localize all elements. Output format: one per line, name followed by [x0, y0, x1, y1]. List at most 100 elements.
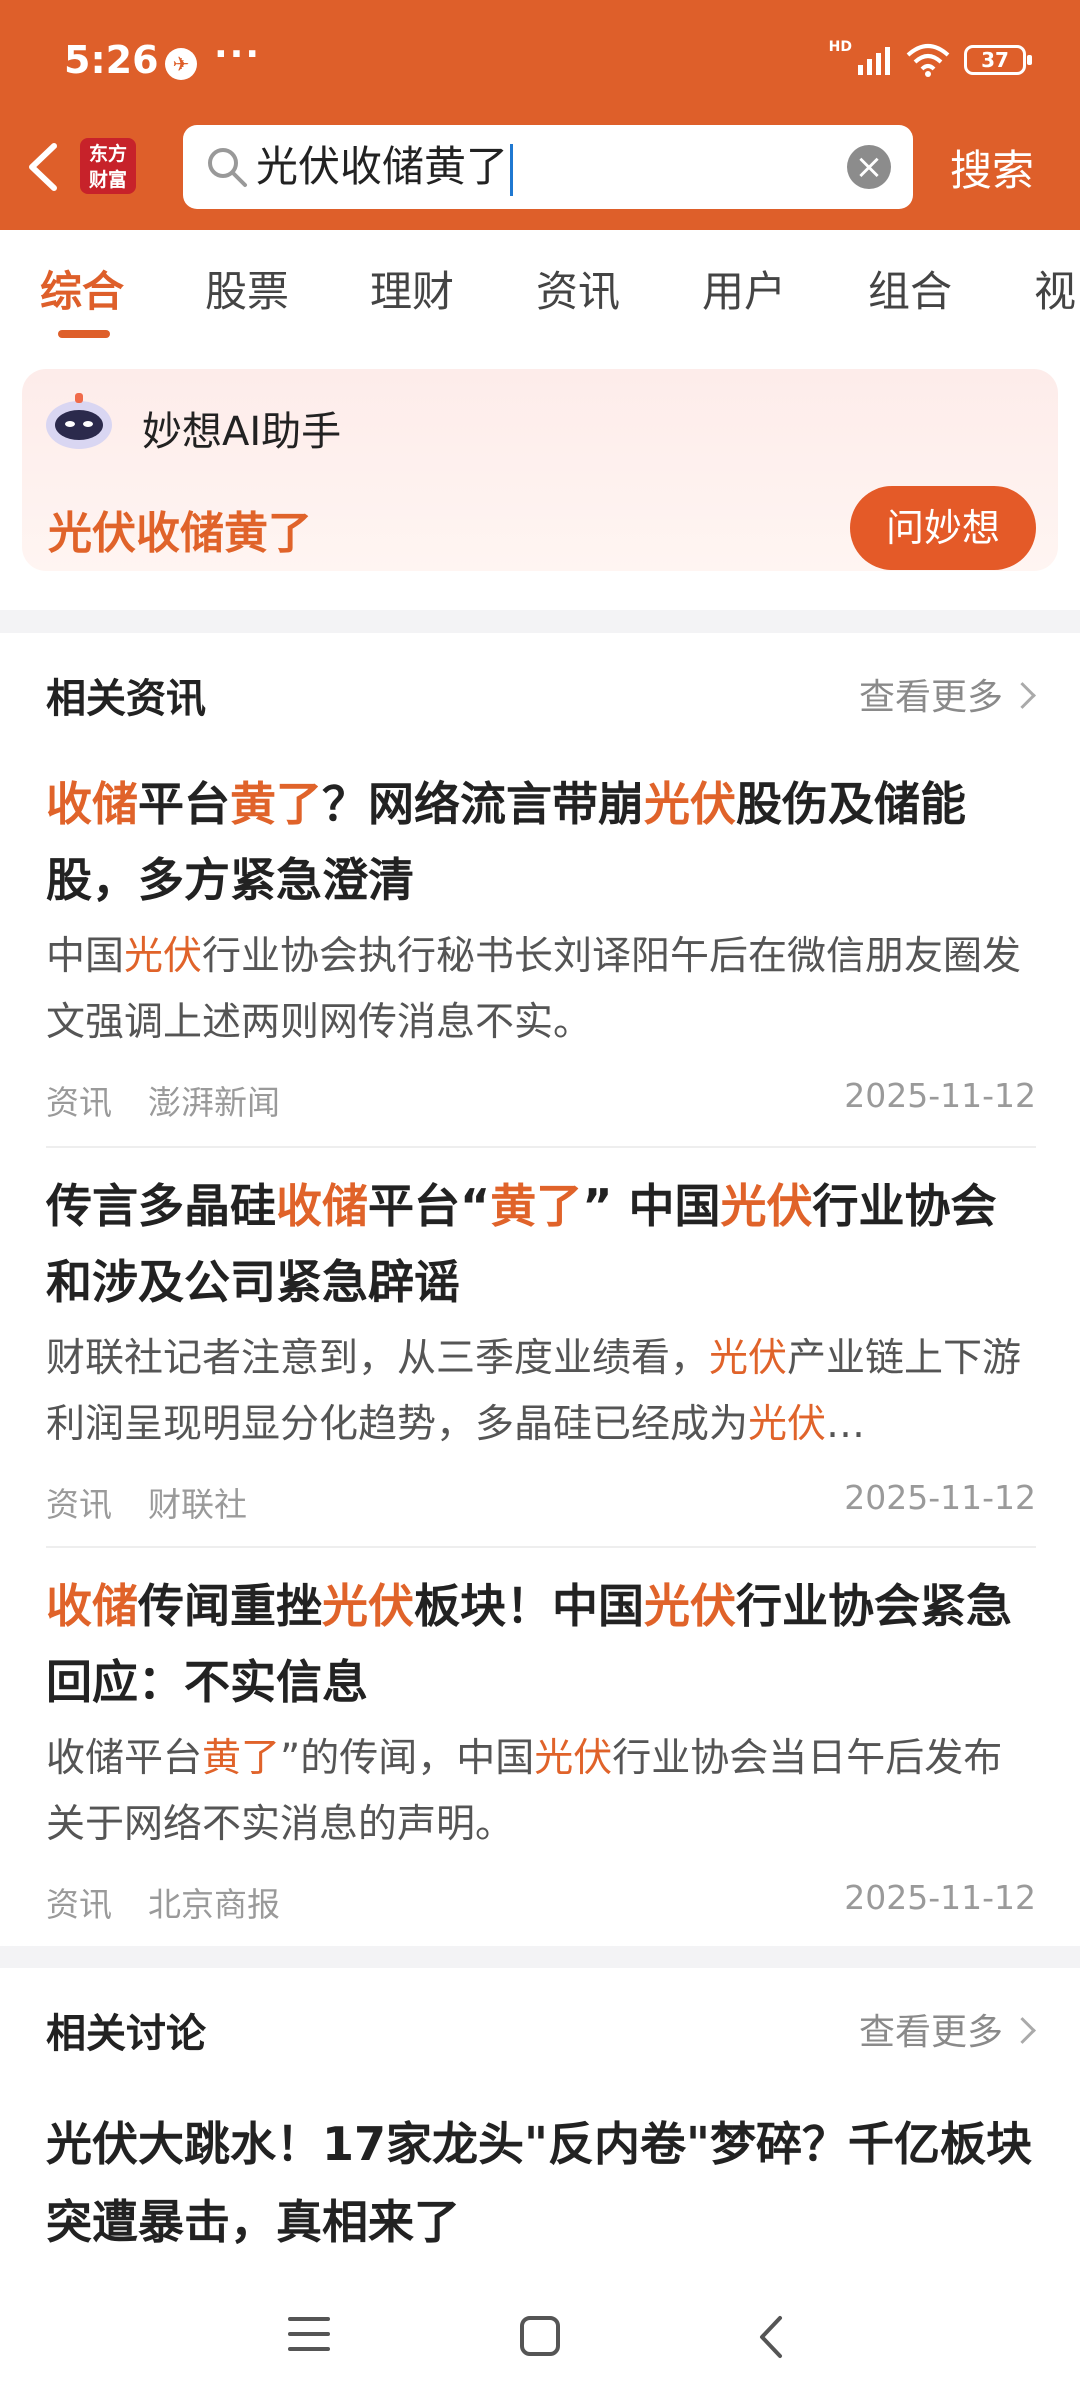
- text-fragment: ” 中国: [582, 1179, 721, 1233]
- category-tabs: 综合 股票 理财 资讯 用户 组合 视: [0, 230, 1080, 346]
- news-meta: 资讯 北京商报 2025-11-12: [46, 1864, 1036, 1924]
- text-fragment: 收储平台: [46, 1736, 203, 1781]
- status-icons: HD 37: [828, 39, 1032, 80]
- news-date: 2025-11-12: [844, 1076, 1036, 1115]
- ai-assistant-card[interactable]: 妙想AI助手 光伏收储黄了 问妙想: [22, 369, 1058, 571]
- news-tag: 资讯: [46, 1885, 112, 1924]
- status-time: 5:26: [64, 38, 159, 82]
- news-tag: 资讯: [46, 1485, 112, 1524]
- tab-users[interactable]: 用户: [702, 258, 786, 319]
- tab-portfolios[interactable]: 组合: [868, 258, 952, 319]
- news-date: 2025-11-12: [844, 1478, 1036, 1517]
- news-summary: 财联社记者注意到，从三季度业绩看，光伏产业链上下游利润呈现明显分化趋势，多晶硅已…: [46, 1326, 1036, 1458]
- search-input[interactable]: 光伏收储黄了: [256, 125, 514, 209]
- network-type: HD: [828, 39, 852, 55]
- text-cursor: [510, 143, 514, 196]
- chevron-right-icon: [1009, 2016, 1036, 2044]
- back-icon[interactable]: [756, 2314, 786, 2360]
- news-meta: 资讯 财联社 2025-11-12: [46, 1464, 1036, 1524]
- text-fragment: 财联社记者注意到，从三季度业绩看，: [46, 1336, 710, 1381]
- divider: [46, 1146, 1036, 1148]
- back-arrow-icon[interactable]: [20, 140, 64, 194]
- tab-news[interactable]: 资讯: [536, 258, 620, 319]
- menu-icon[interactable]: [288, 2315, 330, 2353]
- see-more-link[interactable]: 查看更多: [858, 2003, 1036, 2055]
- news-title: 传言多晶硅收储平台“黄了” 中国光伏行业协会和涉及公司紧急辟谣: [46, 1168, 1036, 1320]
- keyword-highlight: 黄了: [490, 1179, 583, 1233]
- news-title: 收储传闻重挫光伏板块！中国光伏行业协会紧急回应：不实信息: [46, 1568, 1036, 1720]
- more-notifications-icon: ···: [214, 34, 262, 75]
- keyword-highlight: 光伏: [534, 1736, 613, 1781]
- text-fragment: 传言多晶硅: [46, 1179, 276, 1233]
- system-navigation-bar: [0, 2270, 1080, 2400]
- search-button[interactable]: 搜索: [950, 137, 1034, 198]
- signal-icon: [858, 47, 890, 75]
- keyword-highlight: 光伏: [720, 1179, 813, 1233]
- active-tab-indicator: [58, 330, 110, 338]
- search-icon: [208, 148, 247, 187]
- home-icon[interactable]: [519, 2315, 561, 2357]
- text-fragment: …: [826, 1402, 866, 1447]
- discussion-post-title[interactable]: 光伏大跳水！17家龙头"反内卷"梦碎？千亿板块突遭暴击，真相来了: [46, 2105, 1036, 2261]
- related-news-section: 相关资讯 查看更多 收储平台黄了？网络流言带崩光伏股伤及储能股，多方紧急澄清 中…: [0, 633, 1080, 1946]
- related-discussion-section: 相关讨论 查看更多 光伏大跳水！17家龙头"反内卷"梦碎？千亿板块突遭暴击，真相…: [0, 1968, 1080, 2270]
- ai-assistant-section: 妙想AI助手 光伏收储黄了 问妙想: [0, 345, 1080, 610]
- status-bar: 5:26 ✈ ··· HD 37: [0, 0, 1080, 120]
- battery-icon: 37: [964, 45, 1032, 75]
- search-bar[interactable]: 光伏收储黄了 ×: [183, 125, 913, 209]
- keyword-highlight: 光伏: [748, 1402, 827, 1447]
- keyword-highlight: 光伏: [709, 1336, 788, 1381]
- ai-query-text[interactable]: 光伏收储黄了: [48, 497, 312, 561]
- news-title: 收储平台黄了？网络流言带崩光伏股伤及储能股，多方紧急澄清: [46, 766, 1036, 918]
- news-summary: 中国光伏行业协会执行秘书长刘译阳午后在微信朋友圈发文强调上述两则网传消息不实。: [46, 924, 1036, 1056]
- see-more-label: 查看更多: [858, 677, 1003, 718]
- app-logo: 东方 财富: [80, 138, 136, 194]
- chevron-right-icon: [1009, 681, 1036, 709]
- section-title: 相关讨论: [46, 2011, 206, 2057]
- news-source: 财联社: [148, 1485, 247, 1524]
- text-fragment: ”的传闻，中国: [280, 1736, 535, 1781]
- clear-icon[interactable]: ×: [847, 145, 891, 189]
- keyword-highlight: 收储: [46, 777, 138, 831]
- logo-line-1: 东方: [88, 143, 127, 165]
- tab-stocks[interactable]: 股票: [205, 258, 289, 319]
- wifi-icon: [906, 44, 950, 77]
- keyword-highlight: 光伏: [644, 777, 736, 831]
- text-fragment: 平台“: [368, 1179, 491, 1233]
- text-fragment: ？网络流言带崩: [322, 777, 644, 831]
- keyword-highlight: 黄了: [202, 1736, 281, 1781]
- news-source: 澎湃新闻: [148, 1083, 280, 1122]
- tab-video[interactable]: 视: [1034, 258, 1076, 319]
- see-more-label: 查看更多: [858, 2012, 1003, 2053]
- app-header: 5:26 ✈ ··· HD 37 东方 财富 光伏收储黄了 × 搜索: [0, 0, 1080, 230]
- news-item[interactable]: 收储传闻重挫光伏板块！中国光伏行业协会紧急回应：不实信息 收储平台黄了”的传闻，…: [46, 1568, 1036, 1924]
- text-fragment: 中国: [46, 934, 125, 979]
- news-source: 北京商报: [148, 1885, 280, 1924]
- text-fragment: 传闻重挫: [138, 1579, 322, 1633]
- news-meta: 资讯 澎湃新闻 2025-11-12: [46, 1062, 1036, 1122]
- keyword-highlight: 光伏: [644, 1579, 736, 1633]
- keyword-highlight: 光伏: [124, 934, 203, 979]
- robot-icon: [46, 393, 112, 449]
- divider: [46, 1546, 1036, 1548]
- logo-line-2: 财富: [88, 169, 127, 191]
- keyword-highlight: 收储: [276, 1179, 368, 1233]
- text-fragment: 板块！中国: [414, 1579, 644, 1633]
- tab-finance[interactable]: 理财: [370, 258, 454, 319]
- ai-assistant-title: 妙想AI助手: [142, 409, 342, 455]
- search-value: 光伏收储黄了: [256, 142, 509, 191]
- news-summary: 收储平台黄了”的传闻，中国光伏行业协会当日午后发布关于网络不实消息的声明。: [46, 1726, 1036, 1858]
- notification-icon: ✈: [165, 48, 197, 80]
- news-item[interactable]: 传言多晶硅收储平台“黄了” 中国光伏行业协会和涉及公司紧急辟谣 财联社记者注意到…: [46, 1168, 1036, 1524]
- news-item[interactable]: 收储平台黄了？网络流言带崩光伏股伤及储能股，多方紧急澄清 中国光伏行业协会执行秘…: [46, 766, 1036, 1122]
- ask-miaoxiang-button[interactable]: 问妙想: [850, 486, 1036, 570]
- news-tag: 资讯: [46, 1083, 112, 1122]
- text-fragment: 平台: [138, 777, 230, 831]
- keyword-highlight: 黄了: [230, 777, 322, 831]
- tab-comprehensive[interactable]: 综合: [40, 258, 124, 319]
- section-title: 相关资讯: [46, 676, 206, 722]
- keyword-highlight: 光伏: [322, 1579, 414, 1633]
- see-more-link[interactable]: 查看更多: [858, 668, 1036, 720]
- news-date: 2025-11-12: [844, 1878, 1036, 1917]
- keyword-highlight: 收储: [46, 1579, 138, 1633]
